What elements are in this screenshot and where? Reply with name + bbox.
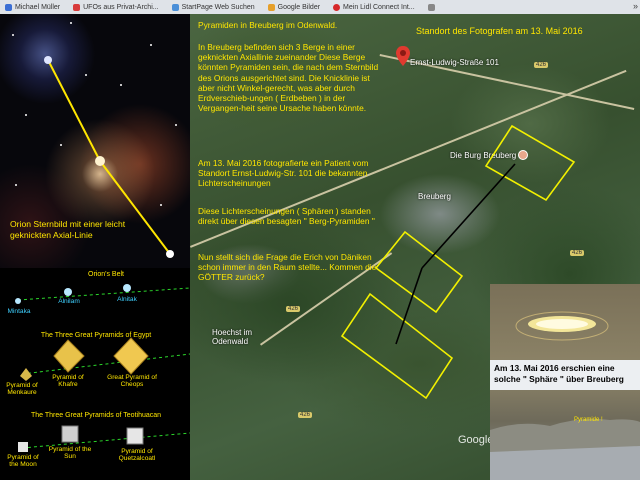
belt-title: Orion's Belt (88, 271, 124, 278)
pyramid-diagram: Orion's Belt Mintaka Alnilam Alnitak The… (0, 268, 192, 480)
pyramid-photo-label: Pyramide ! (574, 417, 603, 423)
sphere-glow (515, 311, 609, 341)
browser-tab[interactable]: Michael Müller (0, 1, 65, 13)
pyramid-label: Great Pyramid of Cheops (107, 374, 157, 388)
town-silhouette (490, 418, 640, 480)
pyramid-label: Pyramid of the Moon (7, 454, 39, 468)
tab-favicon-icon (267, 3, 275, 11)
tab-favicon-icon (73, 3, 81, 11)
pyramid-label: Pyramid of Khafre (52, 374, 84, 388)
diagram-lines (15, 284, 191, 452)
star-label: Alnilam (58, 298, 80, 305)
tab-favicon-icon (5, 3, 12, 11)
pyramid-label: Pyramid of Menkaure (6, 382, 38, 396)
browser-tab[interactable]: Mein Lidl Connect Int... (328, 1, 420, 13)
browser-tab[interactable] (423, 1, 443, 13)
browser-tab[interactable]: Google Bilder (263, 1, 325, 13)
tab-favicon-icon (171, 3, 179, 11)
star-label: Alnitak (117, 296, 137, 303)
pyramid-label: Pyramid of Quetzalcoatl (118, 448, 156, 462)
browser-tab[interactable]: StartPage Web Suchen (167, 1, 260, 13)
pyramid-label: Pyramid of the Sun (48, 446, 92, 460)
star-label: Mintaka (7, 308, 31, 315)
google-logo: Google (458, 434, 494, 446)
tab-favicon-icon (427, 3, 435, 11)
star-caption: Orion Sternbild mit einer leicht geknick… (10, 219, 126, 240)
egypt-title: The Three Great Pyramids of Egypt (40, 332, 152, 339)
sphere-caption: Am 13. Mai 2016 erschien eine solche " S… (490, 360, 640, 390)
browser-tab-bar: Michael Müller UFOs aus Privat-Archi... … (0, 0, 640, 15)
more-tabs-icon[interactable]: » (633, 1, 638, 11)
sphere-photo: Am 13. Mai 2016 erschien eine solche " S… (490, 284, 640, 480)
orion-star-photo: Orion Sternbild mit einer leicht geknick… (0, 14, 192, 268)
teo-title: The Three Great Pyramids of Teotihuacan (30, 412, 162, 419)
tab-favicon-icon (333, 3, 341, 11)
browser-tab[interactable]: UFOs aus Privat-Archi... (68, 1, 163, 13)
